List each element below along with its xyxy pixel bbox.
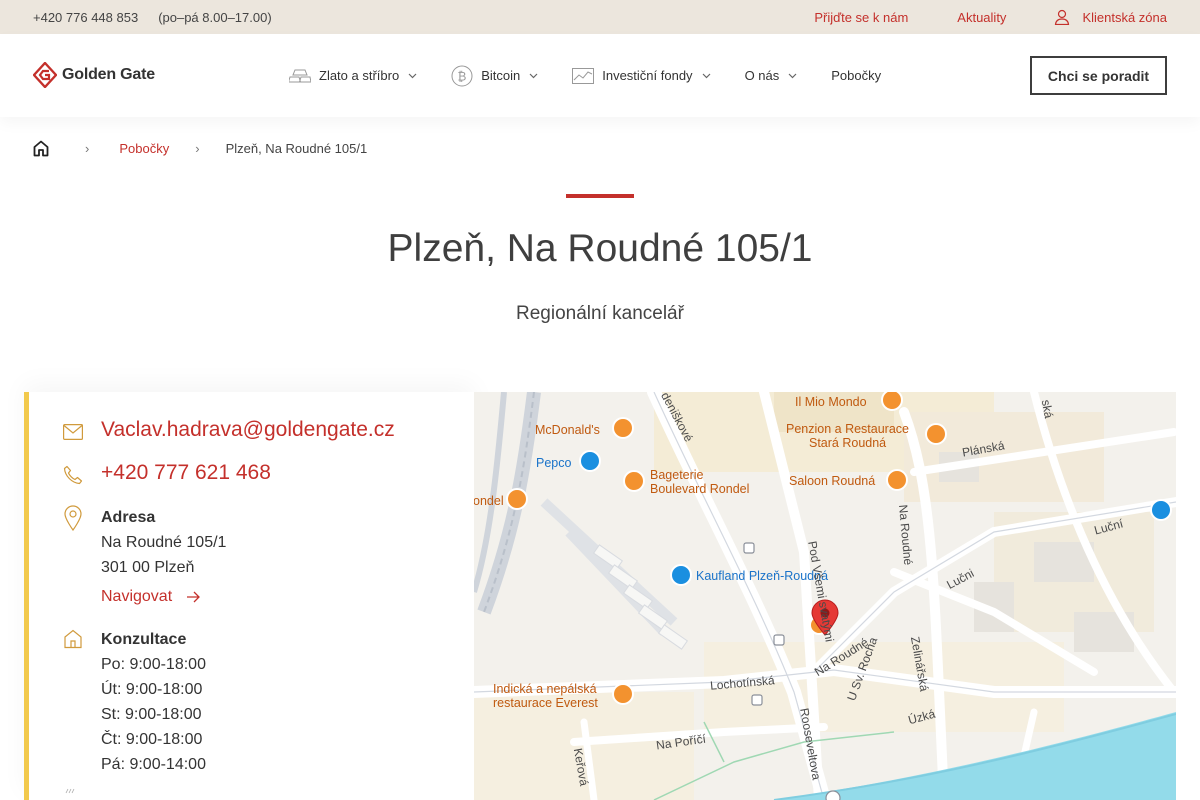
address-block: Adresa Na Roudné 105/1 301 00 Plzeň Navi… — [101, 505, 226, 609]
nav-label-funds: Investiční fondy — [602, 68, 693, 83]
chart-icon — [572, 67, 595, 84]
navigate-link[interactable]: Navigovat — [101, 584, 226, 609]
partial-icon — [65, 788, 75, 794]
arrow-right-icon — [187, 591, 201, 602]
hours-row: Konzultace Po: 9:00-18:00 Út: 9:00-18:00… — [62, 627, 206, 777]
hours-heading: Konzultace — [101, 631, 187, 648]
news-link[interactable]: Aktuality — [957, 10, 1006, 25]
chevron-down-icon — [408, 73, 417, 78]
nav-label-about: O nás — [744, 68, 780, 83]
map-label-poi: Bageterie — [650, 468, 704, 482]
nav-item-gold-silver[interactable]: Zlato a stříbro — [289, 68, 417, 84]
client-zone-label: Klientská zóna — [1082, 9, 1167, 25]
map-label-poi: Boulevard Rondel — [650, 482, 750, 496]
map-label-street: ská — [1038, 398, 1056, 420]
email-row: Vaclav.hadrava@goldengate.cz — [62, 418, 395, 442]
logo[interactable]: Golden Gate — [33, 62, 155, 88]
nav-label-branches: Pobočky — [831, 68, 882, 83]
map-label-shop: Pepco — [536, 456, 572, 470]
chevron-down-icon — [702, 73, 710, 78]
map-label-poi: Rondel — [474, 494, 504, 508]
hours-wednesday: St: 9:00-18:00 — [101, 706, 202, 723]
topbar-links: Přijďte se k nám Aktuality Klientská zón… — [814, 0, 1167, 34]
address-city: 301 00 Plzeň — [101, 559, 195, 576]
map-pin-icon — [62, 505, 84, 609]
breadcrumb: › Pobočky › Plzeň, Na Roudné 105/1 — [33, 140, 367, 157]
chevron-down-icon — [788, 73, 797, 78]
gold-bars-icon — [289, 69, 311, 82]
main-nav: Zlato a stříbro ₿ Bitcoin Investiční fon… — [289, 34, 915, 117]
bitcoin-icon: ₿ — [451, 65, 473, 86]
topbar-phone[interactable]: +420 776 448 853 — [33, 10, 138, 25]
hours-block: Konzultace Po: 9:00-18:00 Út: 9:00-18:00… — [101, 627, 206, 777]
svg-text:₿: ₿ — [458, 69, 467, 83]
map-label-poi: Saloon Roudná — [789, 474, 876, 488]
breadcrumb-current: Plzeň, Na Roudné 105/1 — [225, 141, 368, 156]
home-outline-icon — [62, 627, 84, 777]
map-label-poi: Penzion a Restaurace — [786, 422, 909, 436]
client-zone-link[interactable]: Klientská zóna — [1054, 9, 1167, 25]
nav-item-funds[interactable]: Investiční fondy — [572, 67, 710, 84]
consult-button[interactable]: Chci se poradit — [1030, 56, 1167, 95]
topbar-hours: (po–pá 8.00–17.00) — [158, 9, 272, 25]
phone-link[interactable]: +420 777 621 468 — [101, 461, 271, 485]
hours-tuesday: Út: 9:00-18:00 — [101, 681, 203, 698]
nav-item-about[interactable]: O nás — [745, 68, 798, 83]
map-label-poi: Stará Roudná — [809, 436, 887, 450]
user-icon — [1055, 9, 1070, 25]
map-label-poi: McDonald's — [535, 423, 600, 437]
phone-icon — [62, 461, 84, 485]
address-row: Adresa Na Roudné 105/1 301 00 Plzeň Navi… — [62, 505, 226, 609]
breadcrumb-branches[interactable]: Pobočky — [119, 141, 169, 156]
map-label-shop: Kaufland Plzeň-Roudná — [696, 569, 829, 583]
nav-label-gold-silver: Zlato a stříbro — [319, 68, 400, 83]
contact-card: Vaclav.hadrava@goldengate.cz +420 777 62… — [24, 392, 474, 800]
nav-label-bitcoin: Bitcoin — [481, 68, 521, 83]
home-icon[interactable] — [33, 140, 49, 157]
nav-item-bitcoin[interactable]: ₿ Bitcoin — [451, 65, 538, 87]
navigate-label: Navigovat — [101, 588, 173, 605]
map-label-poi: restaurace Everest — [493, 696, 598, 710]
hours-friday: Pá: 9:00-14:00 — [101, 756, 206, 773]
page-title: Plzeň, Na Roudné 105/1 — [387, 227, 813, 270]
hours-monday: Po: 9:00-18:00 — [101, 656, 206, 673]
breadcrumb-separator: › — [195, 141, 200, 156]
hours-thursday: Čt: 9:00-18:00 — [101, 731, 203, 748]
breadcrumb-separator: › — [85, 141, 90, 156]
page-subtitle: Regionální kancelář — [516, 303, 684, 324]
logo-text: Golden Gate — [62, 66, 155, 83]
title-accent-bar — [566, 194, 634, 198]
top-bar: +420 776 448 853 (po–pá 8.00–17.00) Přij… — [0, 0, 1200, 34]
branch-map[interactable]: Il Mio Mondo Penzion a Restaurace Stará … — [474, 392, 1176, 800]
main-header: Golden Gate Zlato a stříbro ₿ Bitcoin In… — [0, 34, 1200, 117]
visit-us-link[interactable]: Přijďte se k nám — [814, 10, 908, 25]
map-label-poi: Indická a nepálská — [493, 682, 597, 696]
chevron-down-icon — [529, 73, 538, 78]
map-label-poi: Il Mio Mondo — [795, 395, 867, 409]
logo-mark-icon — [33, 62, 57, 88]
email-link[interactable]: Vaclav.hadrava@goldengate.cz — [101, 418, 395, 442]
envelope-icon — [62, 418, 84, 442]
phone-row: +420 777 621 468 — [62, 461, 271, 485]
nav-item-branches[interactable]: Pobočky — [831, 68, 881, 83]
address-street: Na Roudné 105/1 — [101, 534, 227, 551]
address-heading: Adresa — [101, 509, 156, 526]
